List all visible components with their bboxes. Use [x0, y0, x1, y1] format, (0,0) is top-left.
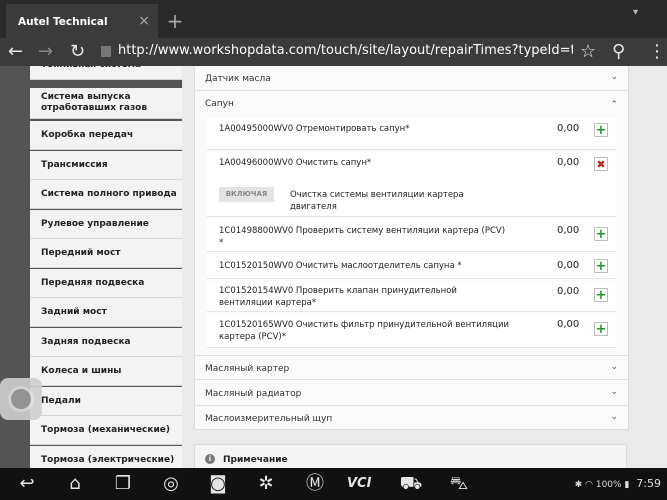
operation-row: 1C01520150WV0 Очистить маслоотделитель с… — [207, 254, 616, 279]
repair-times-panel: Датчик масла ⌄ Сапун ⌃ 1A00495000WV0 Отр… — [182, 66, 667, 468]
sidebar-item[interactable]: Коробка передач — [30, 121, 182, 150]
included-badge: ВКЛЮЧАЯ — [219, 187, 274, 202]
browser-toolbar: ← → ↻ http://www.workshopdata.com/touch/… — [0, 38, 667, 66]
chrome-icon[interactable]: ◎ — [158, 472, 184, 496]
menu-dots-icon[interactable]: ⋮ — [648, 40, 666, 64]
section-title: Масляный радиатор — [205, 389, 302, 399]
sidebar-item[interactable]: Рулевое управление — [30, 210, 182, 239]
operation-row: 1A00495000WV0 Отремонтировать сапун* 0,0… — [207, 118, 616, 150]
status-area: ✱ ◠ 100% ▮ 7:59 — [575, 477, 661, 490]
assistive-touch-button[interactable] — [0, 378, 42, 420]
back-arrow-icon[interactable]: ← — [8, 40, 23, 64]
add-operation-button[interactable]: + — [594, 123, 608, 138]
section-oil-pan[interactable]: Масляный картер ⌄ — [195, 355, 628, 380]
operation-value: 0,00 — [557, 319, 580, 330]
assistive-touch-icon — [8, 386, 34, 412]
maxisys-icon[interactable]: Ⓜ — [302, 472, 328, 496]
tab-title: Autel Technical — [18, 16, 108, 28]
page-info-icon[interactable] — [101, 46, 111, 57]
chevron-down-icon: ⌄ — [610, 387, 618, 397]
vci-icon[interactable]: VCI — [347, 472, 371, 496]
service-icon[interactable]: ⛍ — [446, 472, 472, 496]
chevron-down-icon: ⌄ — [610, 72, 618, 82]
info-icon: i — [205, 454, 215, 464]
sidebar-item[interactable]: Тормоза (электрические) — [30, 446, 182, 468]
operation-text: 1C01520165WV0 Очистить фильтр принудител… — [219, 320, 509, 342]
wifi-icon: ◠ — [585, 480, 593, 490]
sidebar-item[interactable]: Педали — [30, 387, 182, 416]
section-title: Масляный картер — [205, 364, 290, 374]
included-text: Очистка системы вентиляции картера двига… — [290, 190, 464, 212]
operations-accordion: Датчик масла ⌄ Сапун ⌃ 1A00495000WV0 Отр… — [194, 66, 629, 430]
section-oil-sensor[interactable]: Датчик масла ⌄ — [195, 66, 628, 91]
system-navigation-bar: ↩ ⌂ ❐ ◎ ◙ ✲ Ⓜ VCI ⛟ ⛍ ✱ ◠ 100% ▮ 7:59 — [0, 468, 667, 500]
section-breather[interactable]: Сапун ⌃ — [195, 91, 628, 116]
add-operation-button[interactable]: + — [594, 259, 608, 274]
search-icon[interactable]: ⚲ — [612, 40, 625, 64]
battery-level: 100% — [595, 480, 622, 490]
section-dipstick[interactable]: Маслоизмерительный щуп ⌄ — [195, 406, 628, 431]
note-panel[interactable]: i Примечание — [194, 444, 627, 468]
operation-value: 0,00 — [557, 157, 580, 168]
operation-row: 1A00496000WV0 Очистить сапун* 0,00 ✖ — [207, 152, 616, 184]
back-icon[interactable]: ↩ — [14, 472, 40, 496]
section-title: Маслоизмерительный щуп — [205, 414, 333, 424]
add-operation-button[interactable]: + — [594, 227, 608, 242]
sidebar-item[interactable]: Передняя подвеска — [30, 269, 182, 298]
operation-value: 0,00 — [557, 225, 580, 236]
operation-text: 1C01520150WV0 Очистить маслоотделитель с… — [219, 261, 462, 271]
chevron-down-icon: ⌄ — [610, 412, 618, 422]
operation-row: 1C01520154WV0 Проверить клапан принудите… — [207, 281, 616, 312]
home-icon[interactable]: ⌂ — [62, 472, 88, 496]
vehicle-icon[interactable]: ⛟ — [398, 472, 424, 496]
section-oil-cooler[interactable]: Масляный радиатор ⌄ — [195, 381, 628, 406]
clock: 7:59 — [636, 477, 661, 490]
browser-tab[interactable]: Autel Technical × — [6, 4, 158, 38]
remove-operation-button[interactable]: ✖ — [594, 157, 608, 171]
operation-text: 1A00496000WV0 Очистить сапун* — [219, 158, 372, 168]
sidebar-item[interactable]: Трансмиссия — [30, 151, 182, 180]
chevron-up-icon: ⌃ — [610, 100, 618, 110]
operation-value: 0,00 — [557, 286, 580, 297]
camera-icon[interactable]: ◙ — [205, 472, 231, 496]
address-bar[interactable]: http://www.workshopdata.com/touch/site/l… — [118, 43, 573, 61]
section-title: Датчик масла — [205, 74, 271, 84]
add-operation-button[interactable]: + — [594, 288, 608, 303]
add-operation-button[interactable]: + — [594, 322, 608, 337]
bookmark-star-icon[interactable]: ☆ — [580, 40, 596, 64]
sidebar-item[interactable]: Тормоза (механические) — [30, 416, 182, 445]
screenshot-icon[interactable]: ✲ — [253, 472, 279, 496]
chevron-down-icon: ⌄ — [610, 362, 618, 372]
sidebar-item[interactable]: Задняя подвеска — [30, 328, 182, 357]
tab-close-icon[interactable]: × — [138, 13, 150, 29]
sidebar-item[interactable]: Передний мост — [30, 239, 182, 268]
included-info-row: ВКЛЮЧАЯ Очистка системы вентиляции карте… — [207, 183, 616, 217]
sidebar-item[interactable]: Колеса и шины — [30, 357, 182, 386]
operation-row: 1C01498800WV0 Проверить систему вентиляц… — [207, 219, 616, 252]
bluetooth-icon: ✱ — [574, 480, 583, 490]
reload-icon[interactable]: ↻ — [70, 40, 85, 64]
browser-tab-strip: Autel Technical × + ▾ — [0, 0, 667, 38]
note-title: Примечание — [223, 455, 288, 465]
sidebar-item[interactable]: Топливная система — [30, 66, 182, 80]
section-title: Сапун — [205, 99, 234, 109]
operation-text: 1A00495000WV0 Отремонтировать сапун* — [219, 124, 410, 134]
sidebar-item[interactable]: Система полного привода — [30, 180, 182, 209]
operation-text: 1C01498800WV0 Проверить систему вентиляц… — [219, 226, 506, 248]
operation-value: 0,00 — [557, 260, 580, 271]
forward-arrow-icon[interactable]: → — [38, 40, 53, 64]
recent-apps-icon[interactable]: ❐ — [110, 472, 136, 496]
sidebar-item[interactable]: Система выпуска отработавших газов — [30, 88, 182, 119]
tab-overflow-icon[interactable]: ▾ — [633, 7, 645, 19]
operation-text: 1C01520154WV0 Проверить клапан принудите… — [219, 286, 457, 308]
operation-value: 0,00 — [557, 123, 580, 134]
operation-row: 1C01520165WV0 Очистить фильтр принудител… — [207, 314, 616, 348]
battery-icon: ▮ — [624, 480, 630, 490]
sidebar-item[interactable]: Задний мост — [30, 298, 182, 327]
new-tab-icon[interactable]: + — [164, 6, 186, 36]
